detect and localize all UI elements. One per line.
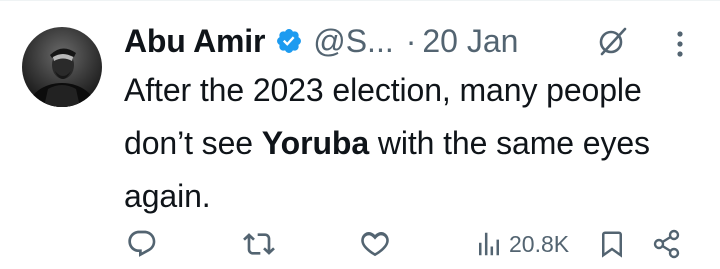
bookmark-button[interactable] xyxy=(597,222,627,266)
bookmark-icon xyxy=(602,231,622,258)
grok-icon[interactable] xyxy=(596,24,630,58)
verified-badge-icon xyxy=(277,29,302,53)
separator-dot: · xyxy=(405,22,417,59)
avatar[interactable] xyxy=(22,27,102,107)
more-icon[interactable] xyxy=(666,28,694,60)
author-name[interactable]: Abu Amir xyxy=(124,23,265,60)
share-button[interactable] xyxy=(652,222,682,266)
like-icon xyxy=(361,231,389,257)
top-divider xyxy=(0,0,720,1)
author-handle[interactable]: @S... xyxy=(313,23,394,60)
reply-icon xyxy=(128,230,156,257)
tweet-date[interactable]: 20 Jan xyxy=(422,23,518,60)
avatar-photo xyxy=(28,48,96,107)
like-button[interactable] xyxy=(359,222,391,266)
tweet-text-bold[interactable]: Yoruba xyxy=(262,125,369,161)
retweet-button[interactable] xyxy=(243,222,275,266)
reply-button[interactable] xyxy=(126,222,158,266)
share-icon xyxy=(653,229,680,259)
views-button[interactable]: 20.8K xyxy=(474,222,569,266)
action-bar: 20.8K xyxy=(0,222,720,266)
tweet-header: Abu Amir @S... · 20 Jan xyxy=(124,20,518,62)
tweet-text: After the 2023 election, many people don… xyxy=(124,64,704,223)
retweet-icon xyxy=(243,233,275,255)
views-count: 20.8K xyxy=(509,230,570,257)
views-icon xyxy=(479,232,499,256)
